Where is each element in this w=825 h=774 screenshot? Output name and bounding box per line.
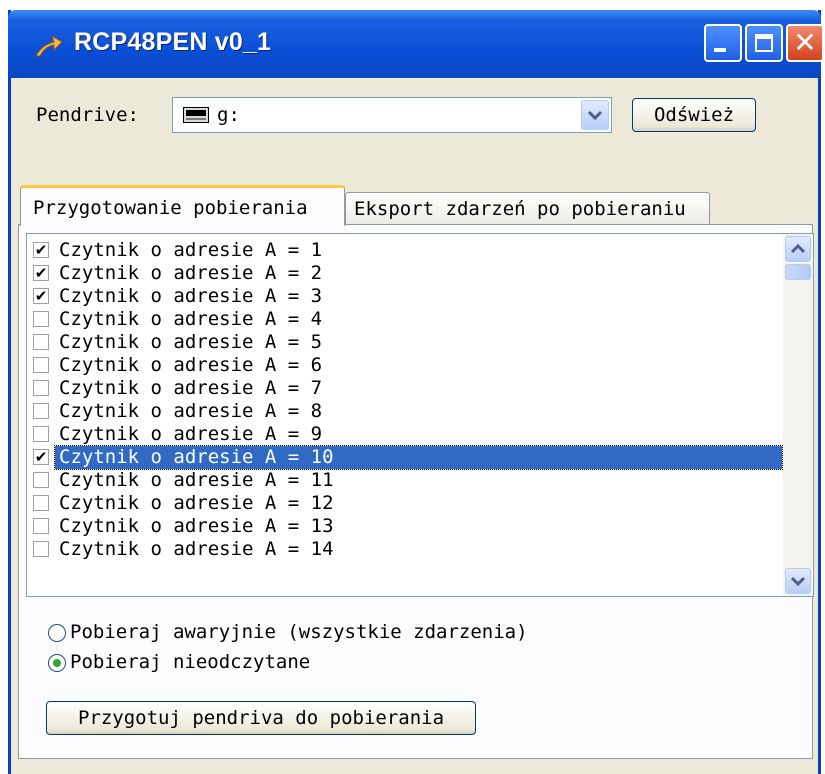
list-item[interactable]: Czytnik o adresie A = 11 [27, 469, 782, 492]
reader-checkbox[interactable] [33, 426, 49, 442]
title-bar[interactable]: RCP48PEN v0_1 ✕ [8, 10, 824, 78]
refresh-button[interactable]: Odśwież [632, 98, 756, 132]
reader-checkbox[interactable] [33, 518, 49, 534]
reader-checkbox[interactable] [33, 357, 49, 373]
tab-przygotowanie[interactable]: Przygotowanie pobierania [20, 185, 345, 226]
reader-checkbox[interactable]: ✔ [33, 265, 49, 281]
close-icon: ✕ [793, 26, 817, 59]
radio-unread-label: Pobieraj nieodczytane [70, 651, 311, 673]
maximize-button[interactable] [745, 24, 783, 62]
reader-label: Czytnik o adresie A = 5 [59, 331, 323, 353]
app-arrow-icon [35, 34, 63, 57]
reader-checkbox[interactable]: ✔ [33, 288, 49, 304]
tab-eksport[interactable]: Eksport zdarzeń po pobieraniu [345, 192, 710, 224]
reader-label: Czytnik o adresie A = 6 [59, 354, 323, 376]
reader-label: Czytnik o adresie A = 7 [59, 377, 323, 399]
reader-label: Czytnik o adresie A = 2 [59, 262, 323, 284]
window-title: RCP48PEN v0_1 [74, 28, 272, 56]
list-item[interactable]: Czytnik o adresie A = 8 [27, 400, 782, 423]
radio-unread[interactable] [48, 654, 66, 672]
chevron-down-icon [790, 576, 806, 587]
list-item[interactable]: Czytnik o adresie A = 7 [27, 377, 782, 400]
list-item[interactable]: ✔ Czytnik o adresie A = 1 [27, 239, 782, 262]
list-item[interactable]: Czytnik o adresie A = 13 [27, 515, 782, 538]
reader-label: Czytnik o adresie A = 3 [59, 285, 323, 307]
list-item[interactable]: Czytnik o adresie A = 6 [27, 354, 782, 377]
reader-checkbox[interactable] [33, 472, 49, 488]
reader-checkbox[interactable] [33, 495, 49, 511]
radio-emergency-label: Pobieraj awaryjnie (wszystkie zdarzenia) [70, 621, 528, 643]
drive-icon [183, 107, 209, 123]
chevron-down-icon [587, 110, 603, 121]
scroll-down-button[interactable] [785, 568, 811, 594]
reader-label: Czytnik o adresie A = 14 [59, 538, 334, 560]
maximize-icon [755, 34, 773, 52]
reader-label: Czytnik o adresie A = 4 [59, 308, 323, 330]
list-item[interactable]: ✔ Czytnik o adresie A = 3 [27, 285, 782, 308]
reader-checkbox[interactable] [33, 403, 49, 419]
reader-checkbox[interactable] [33, 541, 49, 557]
vertical-scrollbar[interactable] [783, 234, 813, 596]
pendrive-dropdown[interactable]: g: [172, 97, 612, 133]
reader-label: Czytnik o adresie A = 11 [59, 469, 334, 491]
reader-checkbox[interactable]: ✔ [33, 242, 49, 258]
reader-label: Czytnik o adresie A = 1 [59, 239, 323, 261]
reader-list[interactable]: ✔ Czytnik o adresie A = 1 ✔ Czytnik o adres… [26, 233, 814, 597]
reader-label: Czytnik o adresie A = 12 [59, 492, 334, 514]
list-item[interactable]: Czytnik o adresie A = 14 [27, 538, 782, 561]
reader-checkbox[interactable] [33, 334, 49, 350]
reader-checkbox[interactable]: ✔ [33, 449, 49, 465]
radio-emergency[interactable] [48, 624, 66, 642]
scroll-thumb[interactable] [785, 264, 811, 280]
reader-checkbox[interactable] [33, 311, 49, 327]
reader-checkbox[interactable] [33, 380, 49, 396]
chevron-up-icon [790, 243, 806, 254]
scroll-up-button[interactable] [785, 236, 811, 262]
list-item[interactable]: Czytnik o adresie A = 9 [27, 423, 782, 446]
list-item[interactable]: ✔ Czytnik o adresie A = 2 [27, 262, 782, 285]
radio-selected-dot [53, 659, 61, 667]
close-button[interactable]: ✕ [786, 24, 824, 62]
list-item[interactable]: Czytnik o adresie A = 4 [27, 308, 782, 331]
pendrive-selected-value: g: [217, 104, 240, 126]
prepare-pendrive-button[interactable]: Przygotuj pendriva do pobierania [46, 701, 476, 735]
list-item[interactable]: ✔ Czytnik o adresie A = 10 [27, 445, 783, 470]
pendrive-label: Pendrive: [36, 104, 139, 126]
list-item[interactable]: Czytnik o adresie A = 5 [27, 331, 782, 354]
list-item[interactable]: Czytnik o adresie A = 12 [27, 492, 782, 515]
reader-label: Czytnik o adresie A = 13 [59, 515, 334, 537]
minimize-icon [714, 48, 726, 52]
reader-label: Czytnik o adresie A = 10 [59, 446, 334, 468]
minimize-button[interactable] [704, 24, 742, 62]
reader-label: Czytnik o adresie A = 9 [59, 423, 323, 445]
reader-label: Czytnik o adresie A = 8 [59, 400, 323, 422]
dropdown-button[interactable] [581, 100, 609, 130]
